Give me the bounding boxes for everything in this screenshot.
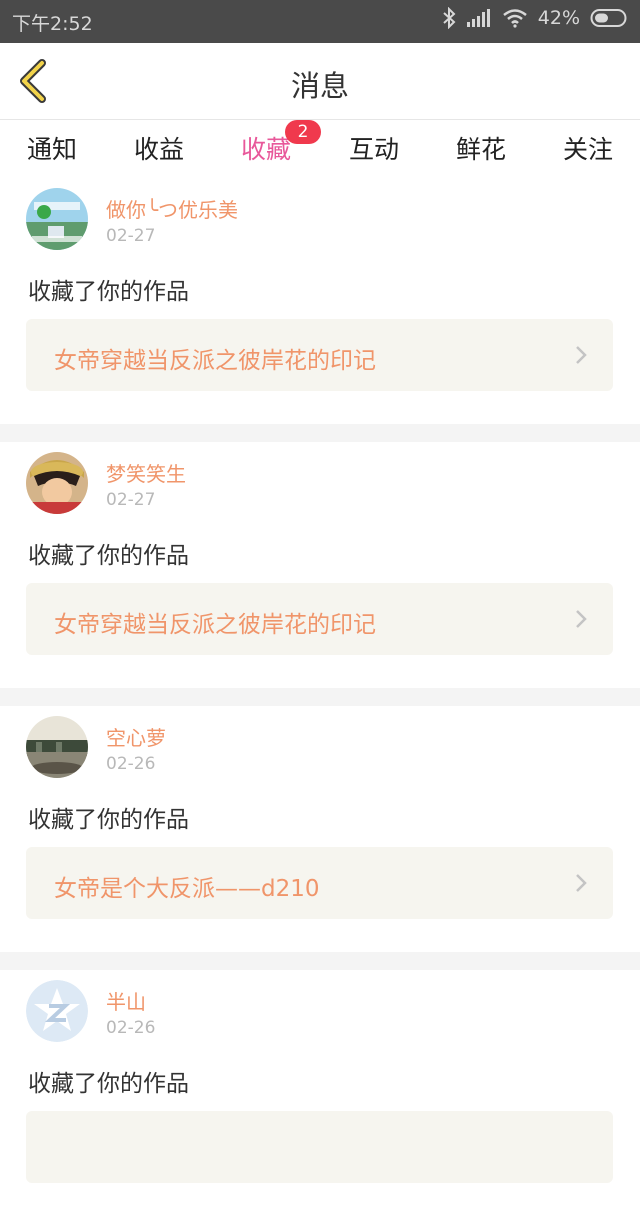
battery-percent: 42%: [537, 7, 580, 29]
tab-earnings[interactable]: 收益: [109, 130, 209, 166]
avatar[interactable]: [26, 716, 88, 778]
tab-label: 鲜花: [455, 135, 506, 164]
battery-icon: [590, 9, 627, 27]
status-bar: 下午2:52 42%: [0, 0, 640, 43]
avatar[interactable]: [26, 980, 88, 1042]
tab-interaction[interactable]: 互动: [324, 130, 424, 166]
tab-flowers[interactable]: 鲜花: [431, 130, 531, 166]
message-list: 做你╰つ优乐美 02-27 收藏了你的作品 女帝穿越当反派之彼岸花的印记 梦笑笑…: [0, 178, 640, 1216]
tab-follow[interactable]: 关注: [538, 130, 638, 166]
signal-icon: [466, 9, 490, 27]
work-card[interactable]: 女帝穿越当反派之彼岸花的印记: [26, 319, 613, 391]
work-card[interactable]: 女帝穿越当反派之彼岸花的印记: [26, 583, 613, 655]
divider: [0, 952, 640, 970]
tab-bar: 通知 收益 收藏 2 互动 鲜花 关注: [0, 120, 640, 184]
avatar[interactable]: [26, 188, 88, 250]
divider: [0, 688, 640, 706]
avatar[interactable]: [26, 452, 88, 514]
tab-notice[interactable]: 通知: [2, 130, 102, 166]
user-name[interactable]: 空心萝: [106, 722, 166, 751]
bluetooth-icon: [443, 7, 456, 29]
action-text: 收藏了你的作品: [28, 279, 189, 305]
chevron-right-icon: [576, 346, 587, 364]
action-text: 收藏了你的作品: [28, 1071, 189, 1097]
chevron-right-icon: [576, 610, 587, 628]
action-text: 收藏了你的作品: [28, 807, 189, 833]
date: 02-26: [106, 1018, 156, 1038]
date: 02-27: [106, 226, 156, 246]
status-time: 下午2:52: [12, 13, 93, 35]
date: 02-27: [106, 490, 156, 510]
work-title: 女帝穿越当反派之彼岸花的印记: [54, 348, 376, 374]
page-title: 消息: [290, 69, 349, 103]
app-header: 消息: [0, 43, 640, 120]
list-item: 半山 02-26 收藏了你的作品: [0, 970, 640, 1216]
divider: [0, 424, 640, 442]
user-name[interactable]: 做你╰つ优乐美: [106, 194, 238, 223]
list-item: 空心萝 02-26 收藏了你的作品 女帝是个大反派——d210: [0, 706, 640, 952]
date: 02-26: [106, 754, 156, 774]
list-item: 梦笑笑生 02-27 收藏了你的作品 女帝穿越当反派之彼岸花的印记: [0, 442, 640, 688]
user-name[interactable]: 梦笑笑生: [106, 458, 186, 487]
unread-badge: 2: [285, 120, 321, 144]
tab-favorites[interactable]: 收藏 2: [216, 120, 321, 184]
status-icons: 42%: [442, 7, 630, 29]
tab-label: 关注: [562, 135, 613, 164]
tab-label: 收藏: [240, 135, 291, 164]
work-card[interactable]: [26, 1111, 613, 1183]
wifi-icon: [502, 9, 527, 28]
work-title: 女帝穿越当反派之彼岸花的印记: [54, 612, 376, 638]
work-title: 女帝是个大反派——d210: [54, 876, 320, 902]
chevron-right-icon: [576, 874, 587, 892]
work-card[interactable]: 女帝是个大反派——d210: [26, 847, 613, 919]
action-text: 收藏了你的作品: [28, 543, 189, 569]
user-name[interactable]: 半山: [106, 986, 146, 1015]
tab-label: 互动: [348, 135, 399, 164]
tab-label: 通知: [26, 135, 77, 164]
list-item: 做你╰つ优乐美 02-27 收藏了你的作品 女帝穿越当反派之彼岸花的印记: [0, 178, 640, 424]
tab-label: 收益: [133, 135, 184, 164]
